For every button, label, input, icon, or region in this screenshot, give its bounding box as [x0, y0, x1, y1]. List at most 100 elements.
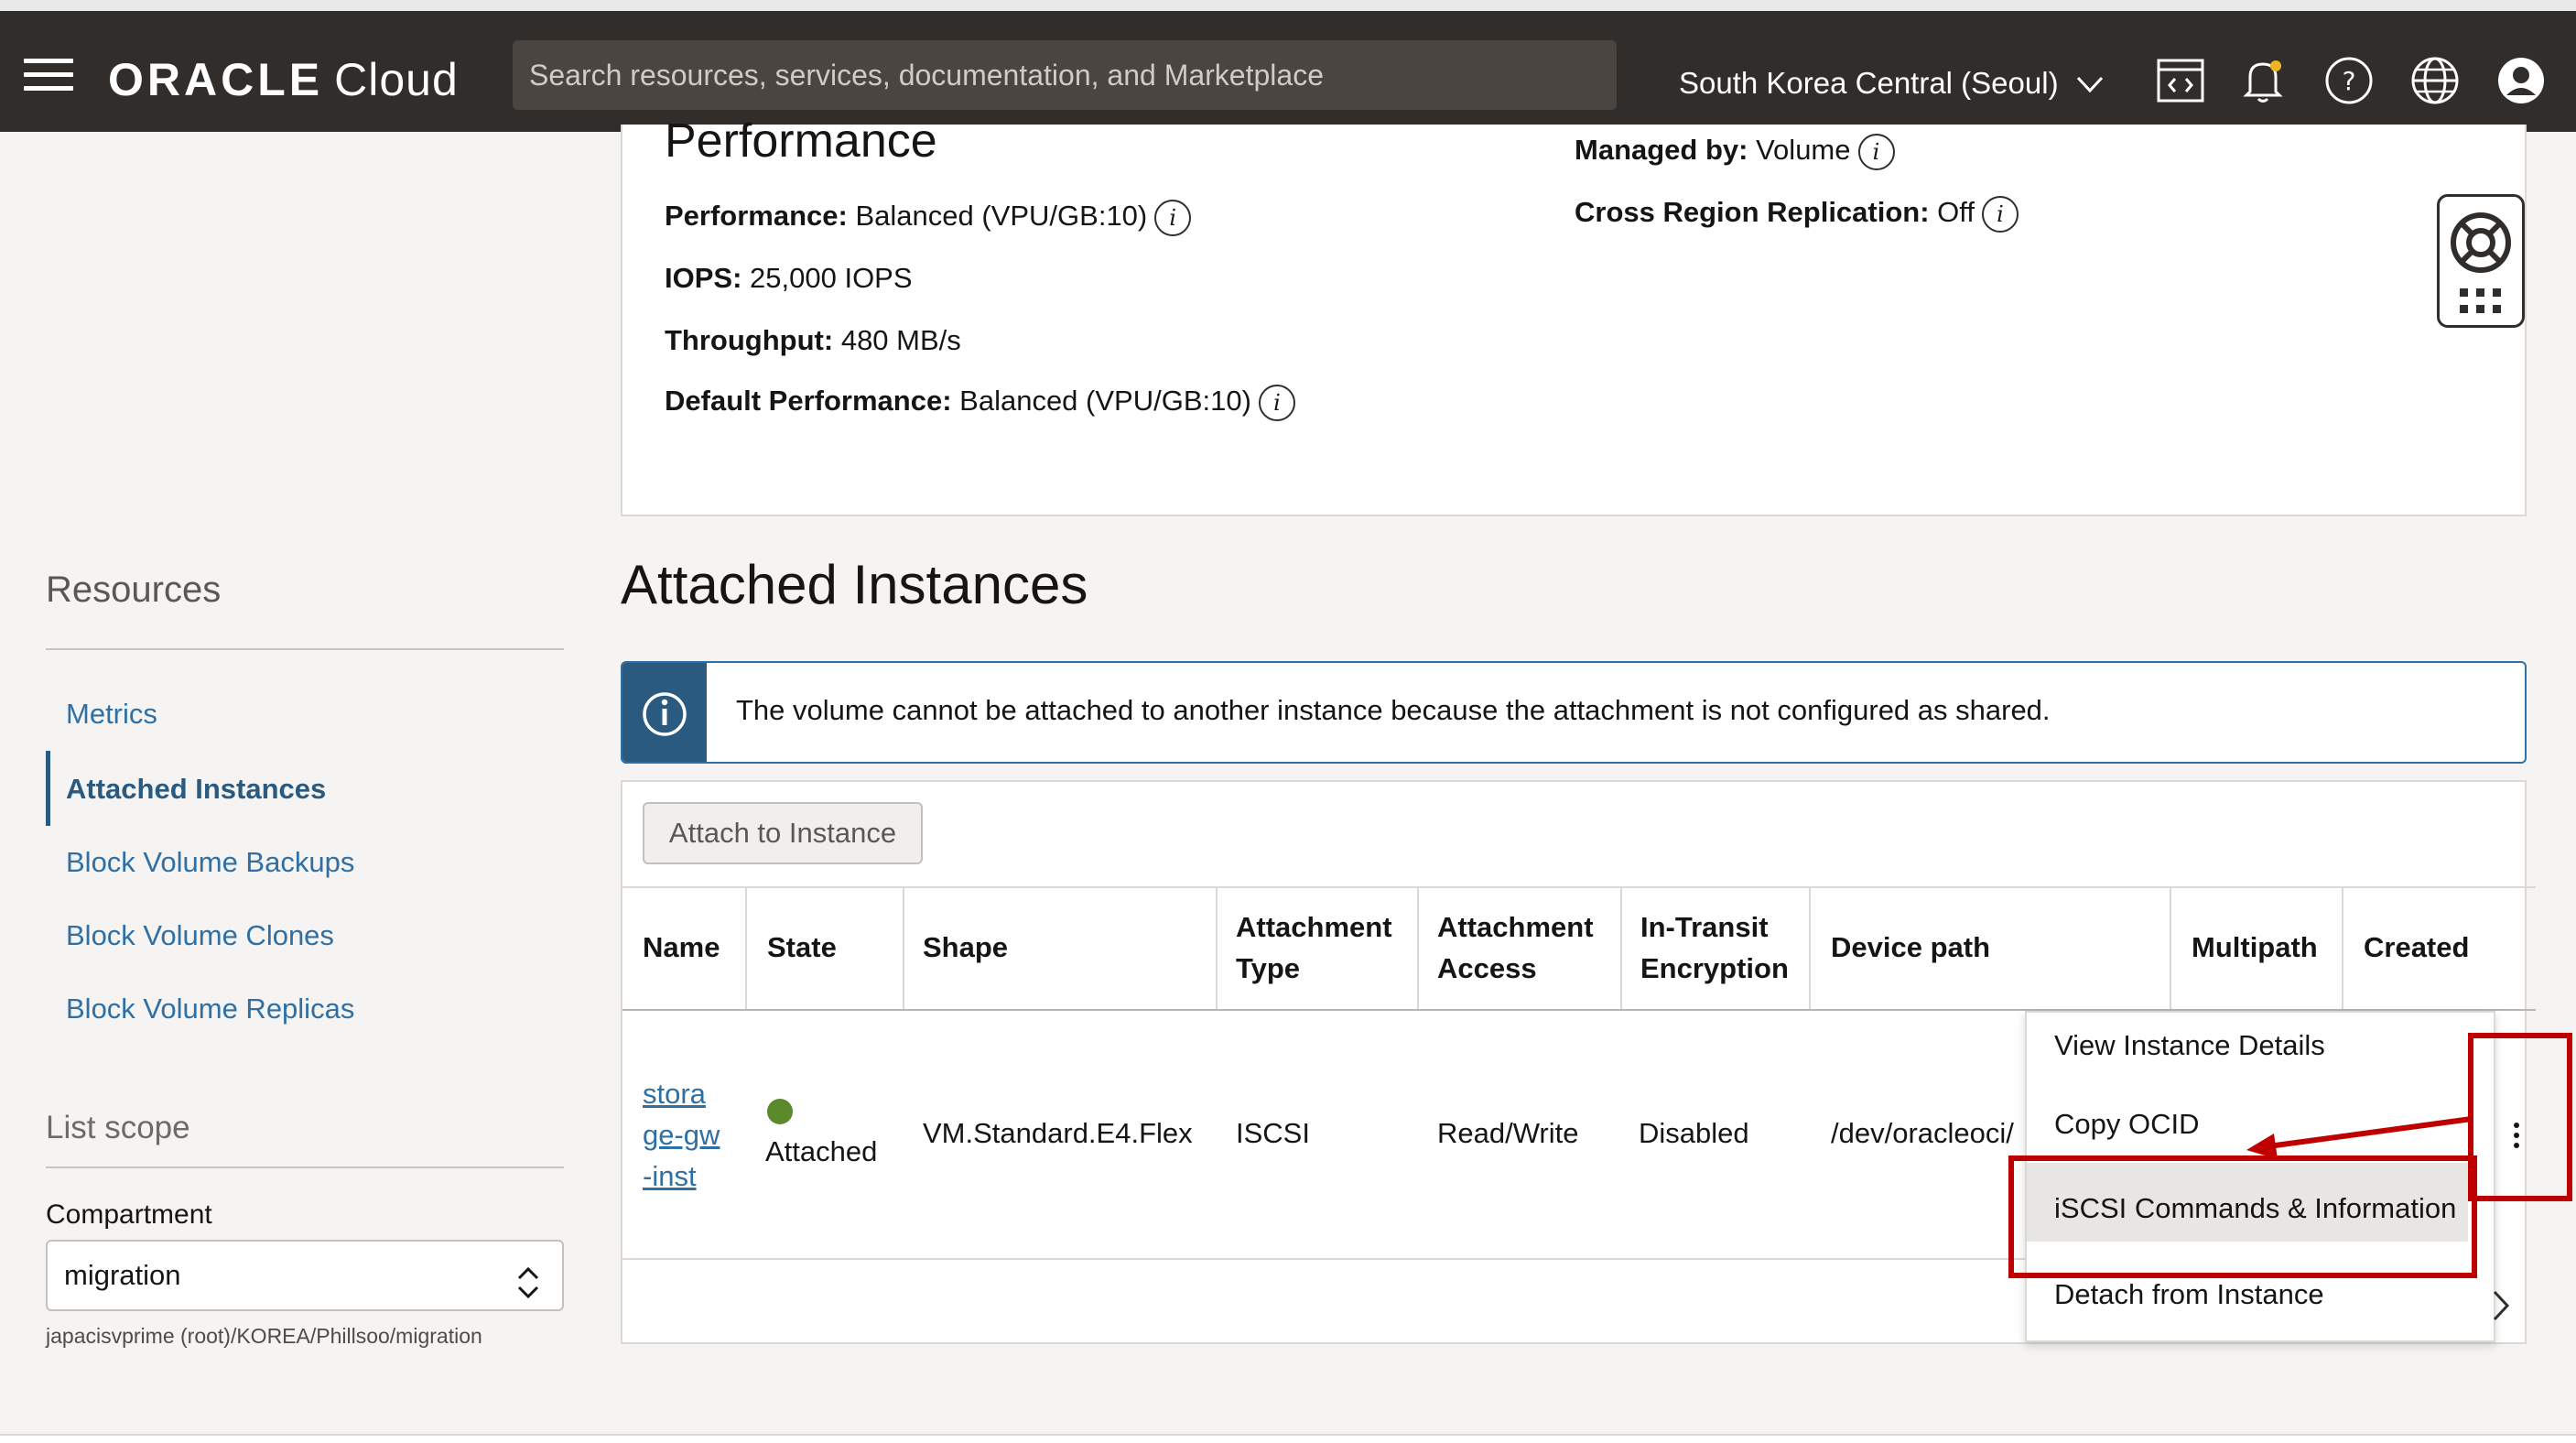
- brand-main: ORACLE: [108, 54, 324, 105]
- status-attached-icon: [767, 1099, 793, 1124]
- performance-panel: [621, 125, 2527, 516]
- column-header-line2: Shape: [923, 931, 1009, 963]
- column-divider: [2170, 886, 2171, 1009]
- sidebar-item-block-volume-backups[interactable]: Block Volume Backups: [66, 846, 354, 879]
- instance-name-link[interactable]: stora ge-gw -inst: [643, 1073, 720, 1197]
- column-header-attachment-type[interactable]: Attachment Type: [1236, 906, 1392, 989]
- encryption-value: Disabled: [1639, 1117, 1749, 1149]
- default-performance-row: Default Performance: Balanced (VPU/GB:10…: [665, 385, 1295, 421]
- column-divider: [745, 886, 747, 1009]
- managed-by-row: Managed by: Volume i: [1575, 134, 1895, 170]
- sidebar-item-metrics[interactable]: Metrics: [66, 698, 157, 731]
- chevron-down-icon: [2076, 66, 2104, 101]
- column-header-created[interactable]: Created: [2364, 927, 2469, 968]
- column-divider: [1620, 886, 1622, 1009]
- column-header-line1: Attachment: [1437, 911, 1594, 943]
- annotation-box-kebab: [2468, 1033, 2572, 1201]
- column-header-line2: Access: [1437, 952, 1537, 984]
- list-scope-title: List scope: [46, 1110, 190, 1145]
- info-banner: The volume cannot be attached to another…: [621, 661, 2527, 764]
- column-header-device-path[interactable]: Device path: [1831, 927, 1990, 968]
- column-header-line2: Created: [2364, 931, 2470, 963]
- column-header-line2: Type: [1236, 952, 1301, 984]
- annotation-box-menu-item: [2008, 1155, 2477, 1278]
- column-header-in-transit-encryption[interactable]: In-Transit Encryption: [1640, 906, 1789, 989]
- iops-label: IOPS:: [665, 262, 742, 294]
- column-header-line2: Multipath: [2192, 931, 2318, 963]
- bell-icon[interactable]: [2237, 55, 2289, 106]
- column-header-line2: State: [767, 931, 837, 963]
- column-divider: [1216, 886, 1218, 1009]
- column-header-shape[interactable]: Shape: [923, 927, 1008, 968]
- sidebar-item-block-volume-replicas[interactable]: Block Volume Replicas: [66, 993, 354, 1025]
- iops-row: IOPS: 25,000 IOPS: [665, 262, 913, 295]
- column-header-line2: Device path: [1831, 931, 1991, 963]
- sidebar-item-attached-instances[interactable]: Attached Instances: [66, 773, 326, 806]
- region-selector[interactable]: South Korea Central (Seoul): [1679, 66, 2104, 101]
- instance-name-line: ge-gw: [643, 1119, 720, 1151]
- cross-region-value: Off: [1937, 196, 1975, 229]
- info-icon[interactable]: i: [1154, 200, 1192, 236]
- grid-dots-icon: [2460, 288, 2501, 313]
- globe-icon[interactable]: [2409, 55, 2461, 106]
- row-divider: [622, 1258, 2032, 1260]
- region-label: South Korea Central (Seoul): [1679, 66, 2059, 100]
- sidebar-item-block-volume-clones[interactable]: Block Volume Clones: [66, 919, 334, 952]
- active-indicator: [46, 751, 50, 826]
- column-divider: [903, 886, 904, 1009]
- info-banner-side: [622, 663, 707, 762]
- resources-title: Resources: [46, 570, 222, 610]
- managed-by-value: Volume: [1756, 134, 1851, 167]
- performance-label: Performance:: [665, 200, 848, 233]
- oracle-cloud-logo[interactable]: ORACLE Cloud: [108, 53, 459, 106]
- user-icon[interactable]: [2495, 55, 2547, 106]
- column-header-state[interactable]: State: [767, 927, 837, 968]
- instance-name-line: -inst: [643, 1160, 697, 1192]
- divider: [46, 648, 564, 650]
- column-header-name[interactable]: Name: [643, 927, 720, 968]
- attached-instances-title: Attached Instances: [621, 554, 1088, 615]
- column-header-line2: Name: [643, 931, 720, 963]
- column-header-multipath[interactable]: Multipath: [2192, 927, 2318, 968]
- info-icon[interactable]: i: [1857, 134, 1895, 170]
- info-icon[interactable]: i: [1981, 196, 2019, 233]
- managed-by-label: Managed by:: [1575, 134, 1748, 167]
- device-path-value: /dev/oracleoci/: [1831, 1117, 2014, 1149]
- throughput-label: Throughput:: [665, 324, 834, 356]
- instance-name-line: stora: [643, 1078, 706, 1110]
- throughput-value: 480 MB/s: [840, 324, 961, 356]
- lifebuoy-icon: [2451, 212, 2511, 273]
- cross-region-row: Cross Region Replication: Off i: [1575, 196, 2019, 233]
- brand-sub: Cloud: [334, 54, 459, 105]
- attachment-type-value: ISCSI: [1236, 1117, 1310, 1149]
- top-header: ORACLE Cloud Search resources, services, …: [0, 0, 2576, 132]
- shape-value: VM.Standard.E4.Flex: [923, 1117, 1193, 1149]
- column-divider: [1417, 886, 1419, 1009]
- menu-item-copy-ocid[interactable]: Copy OCID: [2054, 1108, 2199, 1141]
- state-value: Attached: [765, 1135, 878, 1167]
- column-divider: [2342, 886, 2343, 1009]
- column-divider: [1809, 886, 1811, 1009]
- code-editor-icon[interactable]: [2155, 55, 2206, 106]
- help-icon[interactable]: ?: [2323, 55, 2375, 106]
- menu-item-detach-from-instance[interactable]: Detach from Instance: [2054, 1278, 2324, 1311]
- throughput-row: Throughput: 480 MB/s: [665, 324, 961, 357]
- performance-value: Balanced (VPU/GB:10): [855, 200, 1148, 233]
- help-float-button[interactable]: [2437, 194, 2525, 328]
- menu-icon[interactable]: [24, 59, 73, 92]
- search-input[interactable]: Search resources, services, documentatio…: [513, 40, 1617, 110]
- default-performance-value: Balanced (VPU/GB:10): [959, 385, 1251, 418]
- compartment-select[interactable]: migration: [46, 1240, 564, 1311]
- compartment-path: japacisvprime (root)/KOREA/Phillsoo/migr…: [46, 1324, 482, 1348]
- compartment-value: migration: [64, 1259, 181, 1291]
- menu-item-view-instance-details[interactable]: View Instance Details: [2054, 1029, 2325, 1062]
- column-header-line1: Attachment: [1236, 911, 1392, 943]
- column-header-line2: Encryption: [1640, 952, 1789, 984]
- info-banner-message: The volume cannot be attached to another…: [736, 694, 2051, 726]
- info-icon[interactable]: i: [1258, 385, 1295, 421]
- chevron-right-icon[interactable]: [2492, 1289, 2510, 1327]
- column-header-line1: In-Transit: [1640, 911, 1769, 943]
- default-performance-label: Default Performance:: [665, 385, 952, 418]
- column-header-attachment-access[interactable]: Attachment Access: [1437, 906, 1594, 989]
- attach-to-instance-button[interactable]: Attach to Instance: [643, 802, 923, 864]
